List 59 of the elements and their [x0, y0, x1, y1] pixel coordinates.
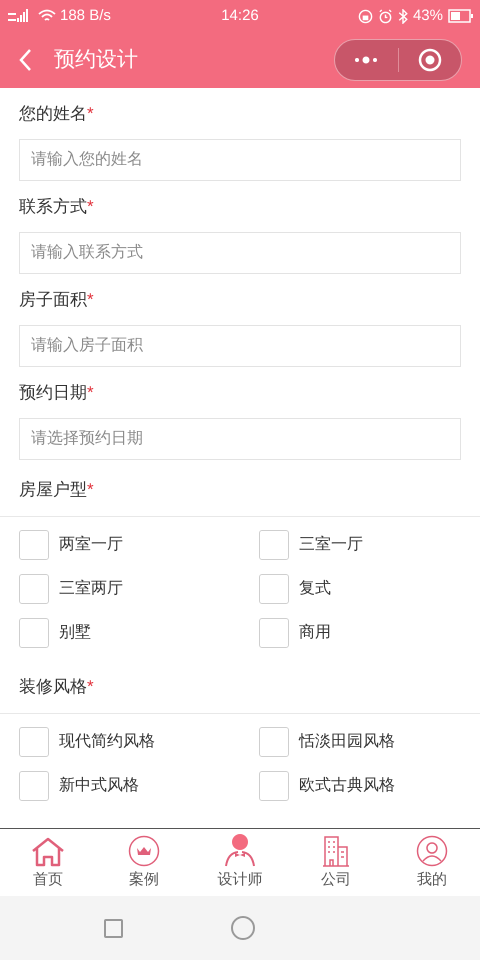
checkbox[interactable] — [19, 574, 49, 604]
checkbox[interactable] — [259, 530, 289, 560]
checkbox[interactable] — [19, 727, 49, 757]
option-label: 三室两厅 — [59, 578, 123, 599]
checkbox[interactable] — [19, 771, 49, 801]
checkbox[interactable] — [259, 727, 289, 757]
option-label: 欧式古典风格 — [299, 776, 395, 796]
tab-bar-item[interactable]: 案例 — [96, 829, 192, 896]
home-icon — [31, 837, 65, 868]
option-label: 现代简约风格 — [59, 732, 155, 752]
input-field[interactable]: 请输入房子面积 — [19, 325, 461, 367]
page-title: 预约设计 — [54, 47, 138, 74]
option-label: 商用 — [299, 622, 331, 643]
checkbox[interactable] — [19, 618, 49, 648]
required-mark: * — [87, 479, 94, 502]
checkbox[interactable] — [259, 618, 289, 648]
section-label: 装修风格 — [19, 676, 87, 698]
target-icon — [418, 48, 442, 72]
required-mark: * — [87, 676, 94, 698]
wifi-icon — [38, 9, 56, 23]
back-icon — [18, 48, 32, 72]
recent-apps-button[interactable] — [104, 918, 123, 938]
tab-bar-item[interactable]: 公司 — [288, 829, 384, 896]
section-label: 房屋户型 — [19, 479, 87, 502]
option-label: 新中式风格 — [59, 776, 139, 796]
tab-bar-item[interactable]: 我的 — [384, 829, 480, 896]
person-icon — [222, 833, 258, 868]
option-label: 恬淡田园风格 — [299, 732, 395, 752]
required-mark: * — [87, 289, 94, 312]
lock-icon — [358, 8, 373, 24]
user-icon — [416, 835, 448, 868]
option-label: 别墅 — [59, 623, 91, 643]
checkbox[interactable] — [259, 574, 289, 604]
field-label: 您的姓名 — [19, 103, 87, 126]
input-field[interactable]: 请输入您的姓名 — [19, 139, 461, 181]
battery-percent: 43% — [412, 6, 443, 26]
home-button[interactable] — [231, 916, 255, 940]
field-label: 房子面积 — [19, 289, 87, 312]
building-icon — [320, 835, 352, 868]
required-mark: * — [87, 382, 94, 404]
input-field[interactable]: 请输入联系方式 — [19, 232, 461, 274]
tab-bar-item[interactable]: 设计师 — [192, 829, 288, 896]
battery-icon — [448, 9, 474, 23]
option-label: 三室一厅 — [299, 534, 363, 555]
required-mark: * — [87, 196, 94, 218]
option-label: 复式 — [299, 578, 331, 599]
required-mark: * — [87, 103, 94, 126]
alarm-icon — [378, 8, 393, 24]
network-speed: 188 B/s — [60, 6, 111, 26]
field-label: 联系方式 — [19, 196, 87, 218]
bluetooth-icon — [398, 8, 408, 24]
field-label: 预约日期 — [19, 382, 87, 404]
crown-icon — [128, 835, 160, 868]
option-label: 两室一厅 — [59, 534, 123, 555]
input-field[interactable]: 请选择预约日期 — [19, 418, 461, 460]
status-time: 14:26 — [221, 6, 259, 26]
tab-bar-item[interactable]: 首页 — [0, 829, 96, 896]
checkbox[interactable] — [19, 530, 49, 560]
checkbox[interactable] — [259, 771, 289, 801]
